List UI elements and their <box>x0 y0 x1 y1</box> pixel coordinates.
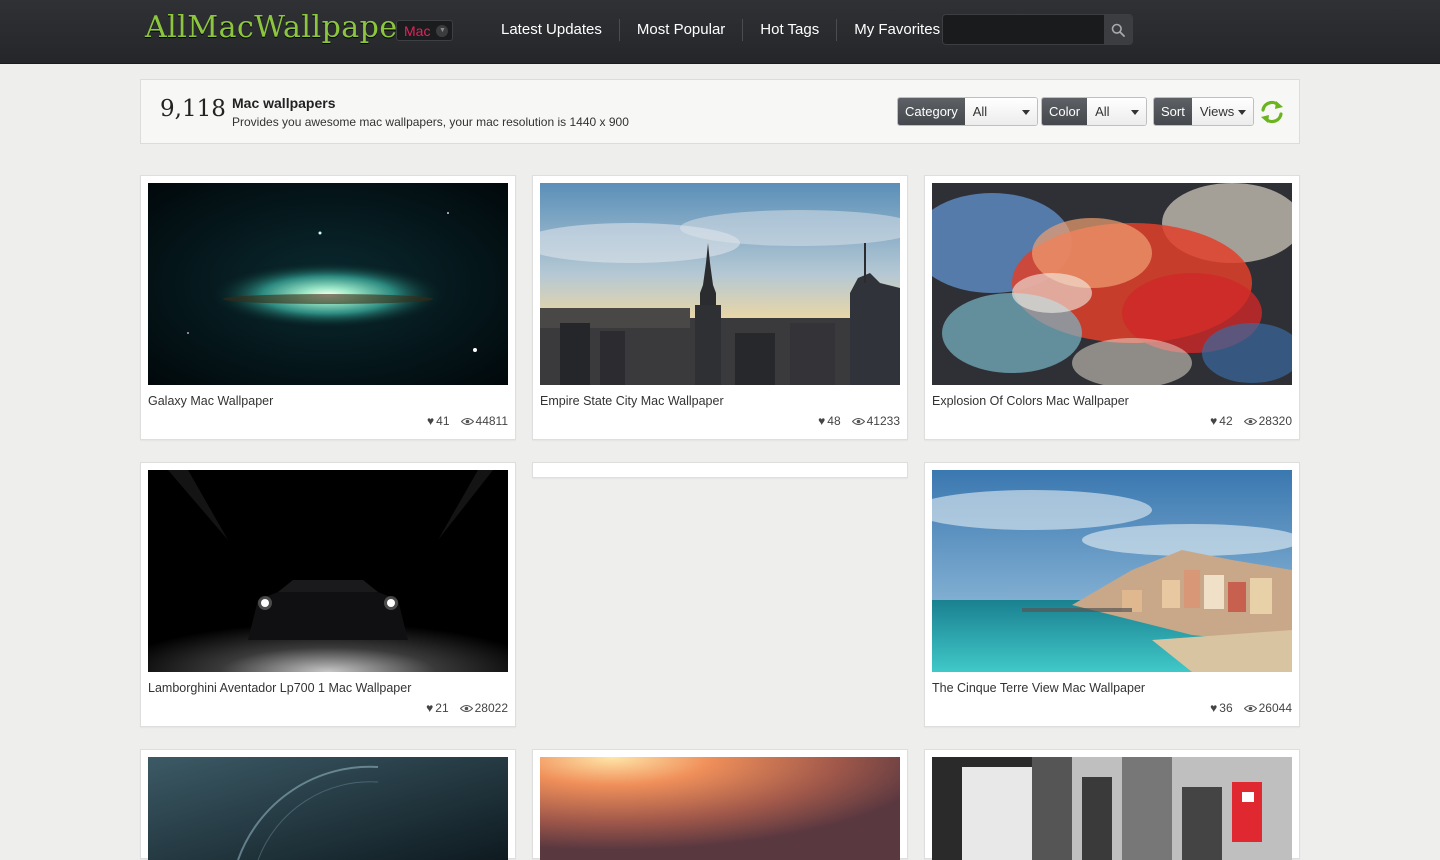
likes-count: 41 <box>436 414 450 428</box>
heart-icon: ♥ <box>427 414 435 428</box>
wallpaper-card-placeholder <box>532 462 908 478</box>
views-stat: 28320 <box>1243 414 1292 428</box>
eye-icon <box>1243 417 1257 425</box>
wallpaper-stats: ♥ 42 28320 <box>1210 414 1292 428</box>
info-title: Mac wallpapers <box>232 95 336 111</box>
wallpaper-thumbnail[interactable] <box>540 757 900 860</box>
likes-stat[interactable]: ♥ 48 <box>818 414 840 428</box>
wallpaper-stats: ♥ 21 28022 <box>426 701 508 715</box>
site-logo[interactable]: AllMacWallpaper <box>145 10 412 45</box>
wallpaper-card[interactable] <box>140 749 516 860</box>
wallpaper-card[interactable]: Galaxy Mac Wallpaper ♥ 41 44811 <box>140 175 516 440</box>
likes-count: 21 <box>435 701 449 715</box>
search-box <box>942 14 1133 45</box>
views-stat: 41233 <box>851 414 900 428</box>
views-stat: 44811 <box>460 414 508 428</box>
wallpaper-card[interactable] <box>532 749 908 860</box>
chevron-down-icon: ▼ <box>436 24 449 37</box>
sort-filter[interactable]: Sort Views <box>1153 97 1254 126</box>
eye-icon <box>851 417 865 425</box>
wallpaper-stats: ♥ 36 26044 <box>1210 701 1292 715</box>
likes-count: 36 <box>1219 701 1233 715</box>
wallpaper-title[interactable]: Empire State City Mac Wallpaper <box>540 394 724 408</box>
color-filter-label: Color <box>1042 98 1088 125</box>
likes-stat[interactable]: ♥ 42 <box>1210 414 1232 428</box>
views-count: 41233 <box>866 414 900 428</box>
heart-icon: ♥ <box>1210 701 1218 715</box>
wallpaper-thumbnail[interactable] <box>932 470 1292 672</box>
wallpaper-count: 9,118 <box>160 96 226 122</box>
likes-count: 48 <box>827 414 841 428</box>
search-input[interactable] <box>943 15 1104 44</box>
platform-label: Mac <box>404 22 431 39</box>
category-select-value: All <box>972 104 988 119</box>
wallpaper-stats: ♥ 41 44811 <box>427 414 508 428</box>
wallpaper-thumbnail[interactable] <box>148 470 508 672</box>
wallpaper-stats: ♥ 48 41233 <box>818 414 900 428</box>
search-button[interactable] <box>1104 15 1132 44</box>
category-filter[interactable]: Category All <box>897 97 1038 126</box>
nav-most-popular[interactable]: Most Popular <box>618 19 742 41</box>
category-filter-label: Category <box>898 98 965 125</box>
dropdown-arrow-icon <box>1131 110 1140 115</box>
platform-selector[interactable]: Mac ▼ <box>396 20 454 41</box>
dropdown-arrow-icon <box>1237 110 1246 115</box>
search-icon <box>1111 23 1125 37</box>
refresh-icon[interactable] <box>1258 98 1286 126</box>
wallpaper-thumbnail[interactable] <box>148 183 508 385</box>
sort-select[interactable]: Views <box>1191 98 1253 125</box>
views-count: 44811 <box>475 414 508 428</box>
wallpaper-thumbnail[interactable] <box>932 183 1292 385</box>
heart-icon: ♥ <box>818 414 826 428</box>
views-stat: 26044 <box>1243 701 1292 715</box>
wallpaper-card[interactable]: The Cinque Terre View Mac Wallpaper ♥ 36… <box>924 462 1300 727</box>
views-count: 26044 <box>1258 701 1292 715</box>
category-select[interactable]: All <box>964 98 1037 125</box>
wallpaper-thumbnail[interactable] <box>932 757 1292 860</box>
wallpaper-title[interactable]: Lamborghini Aventador Lp700 1 Mac Wallpa… <box>148 681 411 695</box>
color-select[interactable]: All <box>1087 98 1147 125</box>
likes-stat[interactable]: ♥ 36 <box>1210 701 1232 715</box>
likes-stat[interactable]: ♥ 41 <box>427 414 449 428</box>
views-count: 28320 <box>1258 414 1292 428</box>
nav-latest-updates[interactable]: Latest Updates <box>484 19 619 41</box>
eye-icon <box>459 704 473 712</box>
info-bar: 9,118 Mac wallpapers Provides you awesom… <box>140 79 1300 144</box>
wallpaper-card[interactable]: Empire State City Mac Wallpaper ♥ 48 412… <box>532 175 908 440</box>
sort-filter-label: Sort <box>1154 98 1192 125</box>
info-description: Provides you awesome mac wallpapers, you… <box>232 115 629 129</box>
heart-icon: ♥ <box>426 701 434 715</box>
nav-hot-tags[interactable]: Hot Tags <box>742 19 836 41</box>
wallpaper-card[interactable]: Explosion Of Colors Mac Wallpaper ♥ 42 2… <box>924 175 1300 440</box>
sort-select-value: Views <box>1199 104 1235 119</box>
main-nav: Latest Updates Most Popular Hot Tags My … <box>484 19 957 41</box>
dropdown-arrow-icon <box>1021 110 1030 115</box>
views-count: 28022 <box>474 701 508 715</box>
wallpaper-card[interactable] <box>924 749 1300 860</box>
wallpaper-thumbnail[interactable] <box>148 757 508 860</box>
wallpaper-title[interactable]: Explosion Of Colors Mac Wallpaper <box>932 394 1129 408</box>
wallpaper-title[interactable]: Galaxy Mac Wallpaper <box>148 394 273 408</box>
wallpaper-card[interactable]: Lamborghini Aventador Lp700 1 Mac Wallpa… <box>140 462 516 727</box>
heart-icon: ♥ <box>1210 414 1218 428</box>
likes-stat[interactable]: ♥ 21 <box>426 701 448 715</box>
eye-icon <box>460 417 474 425</box>
color-filter[interactable]: Color All <box>1041 97 1148 126</box>
nav-my-favorites[interactable]: My Favorites <box>836 19 957 41</box>
views-stat: 28022 <box>459 701 508 715</box>
wallpaper-thumbnail[interactable] <box>540 183 900 385</box>
wallpaper-title[interactable]: The Cinque Terre View Mac Wallpaper <box>932 681 1145 695</box>
color-select-value: All <box>1095 104 1110 119</box>
likes-count: 42 <box>1219 414 1233 428</box>
top-bar: AllMacWallpaper Mac ▼ Latest Updates Mos… <box>0 0 1440 64</box>
eye-icon <box>1243 704 1257 712</box>
